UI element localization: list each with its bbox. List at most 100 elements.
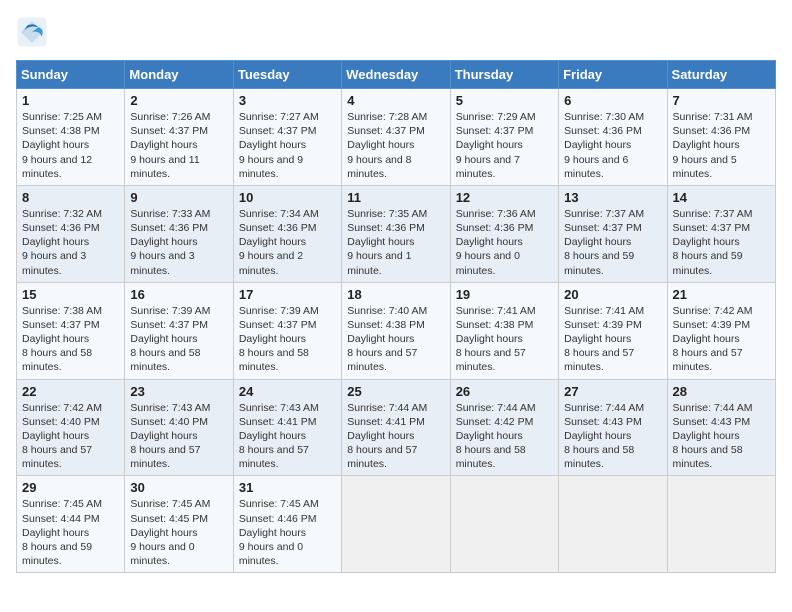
sunrise-text: Sunrise: 7:29 AM (456, 111, 536, 123)
daylight-label: Daylight hours (130, 139, 197, 151)
sunrise-text: Sunrise: 7:41 AM (564, 305, 644, 317)
calendar-cell: 27 Sunrise: 7:44 AMSunset: 4:43 PMDayligh… (559, 379, 667, 476)
cell-info: Sunrise: 7:37 AMSunset: 4:37 PMDaylight … (673, 207, 770, 278)
day-number: 27 (564, 384, 661, 399)
day-number: 11 (347, 190, 444, 205)
calendar-cell: 3Sunrise: 7:27 AMSunset: 4:37 PMDaylight… (233, 89, 341, 186)
day-number: 23 (130, 384, 227, 399)
daylight-value: 9 hours and 2 minutes. (239, 250, 303, 276)
sunset-text: Sunset: 4:38 PM (347, 319, 425, 331)
calendar-cell: 14 Sunrise: 7:37 AMSunset: 4:37 PMDayligh… (667, 185, 775, 282)
daylight-value: 9 hours and 12 minutes. (22, 154, 92, 180)
daylight-value: 8 hours and 58 minutes. (22, 347, 92, 373)
day-number: 28 (673, 384, 770, 399)
calendar-cell: 12Sunrise: 7:36 AMSunset: 4:36 PMDayligh… (450, 185, 558, 282)
daylight-value: 8 hours and 57 minutes. (456, 347, 526, 373)
day-number: 5 (456, 93, 553, 108)
cell-info: Sunrise: 7:26 AMSunset: 4:37 PMDaylight … (130, 110, 227, 181)
daylight-label: Daylight hours (239, 527, 306, 539)
calendar-cell: 26Sunrise: 7:44 AMSunset: 4:42 PMDayligh… (450, 379, 558, 476)
day-number: 1 (22, 93, 119, 108)
cell-info: Sunrise: 7:44 AMSunset: 4:41 PMDaylight … (347, 401, 444, 472)
sunrise-text: Sunrise: 7:32 AM (22, 208, 102, 220)
daylight-label: Daylight hours (22, 139, 89, 151)
daylight-label: Daylight hours (347, 139, 414, 151)
calendar-week-5: 29Sunrise: 7:45 AMSunset: 4:44 PMDayligh… (17, 476, 776, 573)
cell-info: Sunrise: 7:44 AMSunset: 4:43 PMDaylight … (564, 401, 661, 472)
day-number: 30 (130, 480, 227, 495)
day-number: 16 (130, 287, 227, 302)
cell-info: Sunrise: 7:45 AMSunset: 4:44 PMDaylight … (22, 497, 119, 568)
daylight-value: 9 hours and 0 minutes. (239, 541, 303, 567)
cell-info: Sunrise: 7:30 AMSunset: 4:36 PMDaylight … (564, 110, 661, 181)
daylight-label: Daylight hours (673, 236, 740, 248)
weekday-sunday: Sunday (17, 61, 125, 89)
calendar-table: SundayMondayTuesdayWednesdayThursdayFrid… (16, 60, 776, 573)
sunset-text: Sunset: 4:39 PM (564, 319, 642, 331)
calendar-cell: 8Sunrise: 7:32 AMSunset: 4:36 PMDaylight… (17, 185, 125, 282)
sunset-text: Sunset: 4:38 PM (456, 319, 534, 331)
daylight-value: 9 hours and 11 minutes. (130, 154, 199, 180)
daylight-label: Daylight hours (22, 527, 89, 539)
sunrise-text: Sunrise: 7:42 AM (673, 305, 753, 317)
daylight-label: Daylight hours (239, 139, 306, 151)
daylight-label: Daylight hours (239, 236, 306, 248)
calendar-cell: 18Sunrise: 7:40 AMSunset: 4:38 PMDayligh… (342, 282, 450, 379)
daylight-value: 8 hours and 57 minutes. (239, 444, 309, 470)
day-number: 20 (564, 287, 661, 302)
calendar-cell: 25Sunrise: 7:44 AMSunset: 4:41 PMDayligh… (342, 379, 450, 476)
daylight-label: Daylight hours (22, 236, 89, 248)
day-number: 14 (673, 190, 770, 205)
calendar-cell (559, 476, 667, 573)
cell-info: Sunrise: 7:45 AMSunset: 4:46 PMDaylight … (239, 497, 336, 568)
daylight-label: Daylight hours (239, 333, 306, 345)
cell-info: Sunrise: 7:43 AMSunset: 4:40 PMDaylight … (130, 401, 227, 472)
cell-info: Sunrise: 7:34 AM Sunset: 4:36 PM Daylight … (239, 207, 336, 278)
sunrise-text: Sunrise: 7:33 AM (130, 208, 210, 220)
sunset-text: Sunset: 4:39 PM (673, 319, 751, 331)
day-number: 2 (130, 93, 227, 108)
weekday-header-row: SundayMondayTuesdayWednesdayThursdayFrid… (17, 61, 776, 89)
sunset-text: Sunset: 4:44 PM (22, 513, 100, 525)
sunset-text: Sunset: 4:37 PM (22, 319, 100, 331)
sunset-text: Sunset: 4:37 PM (673, 222, 751, 234)
daylight-label: Daylight hours (456, 236, 523, 248)
cell-info: Sunrise: 7:31 AMSunset: 4:36 PMDaylight … (673, 110, 770, 181)
sunrise-text: Sunrise: 7:44 AM (456, 402, 536, 414)
sunrise-text: Sunrise: 7:30 AM (564, 111, 644, 123)
calendar-cell: 22Sunrise: 7:42 AMSunset: 4:40 PMDayligh… (17, 379, 125, 476)
cell-info: Sunrise: 7:42 AM Sunset: 4:39 PM Daylight … (673, 304, 770, 375)
cell-info: Sunrise: 7:27 AMSunset: 4:37 PMDaylight … (239, 110, 336, 181)
weekday-thursday: Thursday (450, 61, 558, 89)
calendar-cell: 5 Sunrise: 7:29 AMSunset: 4:37 PMDaylight… (450, 89, 558, 186)
daylight-value: 9 hours and 5 minutes. (673, 154, 737, 180)
daylight-value: 9 hours and 8 minutes. (347, 154, 411, 180)
daylight-label: Daylight hours (456, 333, 523, 345)
daylight-value: 8 hours and 58 minutes. (673, 444, 743, 470)
sunrise-text: Sunrise: 7:38 AM (22, 305, 102, 317)
cell-info: Sunrise: 7:35 AMSunset: 4:36 PMDaylight … (347, 207, 444, 278)
daylight-label: Daylight hours (673, 333, 740, 345)
day-number: 24 (239, 384, 336, 399)
cell-info: Sunrise: 7:29 AMSunset: 4:37 PMDaylight … (456, 110, 553, 181)
calendar-cell: 9Sunrise: 7:33 AMSunset: 4:36 PMDaylight… (125, 185, 233, 282)
sunrise-text: Sunrise: 7:34 AM (239, 208, 319, 220)
daylight-value: 9 hours and 6 minutes. (564, 154, 628, 180)
sunset-text: Sunset: 4:36 PM (239, 222, 317, 234)
cell-info: Sunrise: 7:43 AMSunset: 4:41 PMDaylight … (239, 401, 336, 472)
day-number: 8 (22, 190, 119, 205)
calendar-cell: 21Sunrise: 7:42 AMSunset: 4:39 PMDayligh… (667, 282, 775, 379)
cell-info: Sunrise: 7:37 AMSunset: 4:37 PMDaylight … (564, 207, 661, 278)
daylight-label: Daylight hours (130, 236, 197, 248)
sunrise-text: Sunrise: 7:45 AM (130, 498, 210, 510)
daylight-value: 8 hours and 58 minutes. (456, 444, 526, 470)
daylight-label: Daylight hours (564, 430, 631, 442)
cell-info: Sunrise: 7:39 AMSunset: 4:37 PMDaylight … (239, 304, 336, 375)
daylight-value: 8 hours and 57 minutes. (347, 347, 417, 373)
sunrise-text: Sunrise: 7:44 AM (564, 402, 644, 414)
calendar-cell: 23 Sunrise: 7:43 AMSunset: 4:40 PMDayligh… (125, 379, 233, 476)
daylight-label: Daylight hours (564, 236, 631, 248)
weekday-wednesday: Wednesday (342, 61, 450, 89)
calendar-cell: 15Sunrise: 7:38 AMSunset: 4:37 PMDayligh… (17, 282, 125, 379)
sunset-text: Sunset: 4:40 PM (130, 416, 208, 428)
